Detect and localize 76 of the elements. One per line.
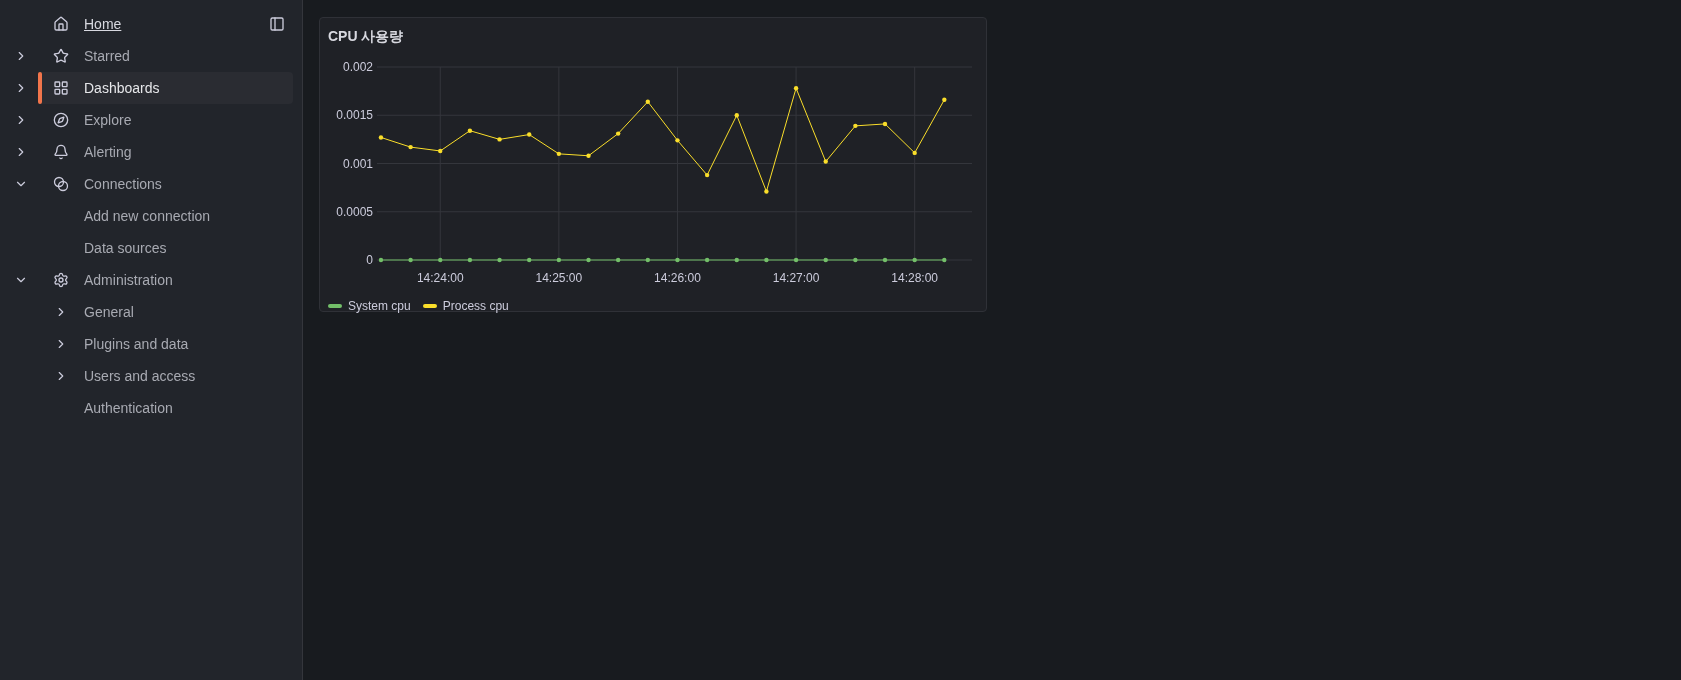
data-point <box>408 144 413 150</box>
compass-icon <box>53 112 69 128</box>
nav-link[interactable]: Explore <box>84 109 132 131</box>
data-point <box>408 257 413 263</box>
nav-link[interactable]: Add new connection <box>84 205 211 227</box>
home-icon <box>53 16 69 32</box>
data-point <box>586 153 591 158</box>
data-point <box>675 257 680 263</box>
y-axis-label: 0.0015 <box>336 108 373 123</box>
legend-label[interactable]: Process cpu <box>442 297 509 315</box>
data-point <box>764 257 769 263</box>
data-point <box>378 135 384 140</box>
nav-link[interactable]: Administration <box>84 269 173 291</box>
data-point <box>704 257 710 263</box>
data-point <box>438 257 443 263</box>
y-axis-label: 0.002 <box>342 60 373 74</box>
data-point <box>527 257 532 263</box>
data-point <box>527 132 532 137</box>
settings-icon <box>53 272 69 288</box>
data-point <box>438 148 443 154</box>
selected-nav-item[interactable]: Dashboards <box>38 72 293 104</box>
data-point <box>912 150 917 156</box>
data-point <box>675 138 680 143</box>
data-point <box>823 257 828 263</box>
grid-icon <box>53 80 69 96</box>
dock-menu-icon[interactable] <box>269 16 285 32</box>
data-point <box>615 257 621 263</box>
data-point <box>497 137 502 142</box>
data-point <box>793 86 799 91</box>
data-point <box>497 257 502 263</box>
nav-link[interactable]: Users and access <box>84 365 196 387</box>
nav-link[interactable]: General <box>84 301 134 323</box>
data-point <box>882 257 888 263</box>
data-point <box>882 121 888 127</box>
data-point <box>734 113 739 118</box>
data-point <box>556 257 562 263</box>
data-point <box>645 257 650 263</box>
data-point <box>942 97 947 102</box>
data-point <box>734 257 739 263</box>
nav-link[interactable]: Authentication <box>84 397 173 419</box>
nav-link[interactable]: Connections <box>84 173 162 195</box>
data-point <box>556 151 562 157</box>
data-point <box>823 159 828 164</box>
data-point <box>586 257 591 263</box>
y-axis-label: 0 <box>366 253 373 267</box>
nav-link[interactable]: Plugins and data <box>84 333 189 355</box>
star-icon <box>53 48 69 64</box>
data-point <box>615 131 621 136</box>
data-point <box>704 172 710 178</box>
data-point <box>793 257 799 263</box>
x-axis-label: 14:28:00 <box>891 271 939 285</box>
data-point <box>467 257 473 263</box>
active-indicator <box>38 72 42 104</box>
nav-link[interactable]: Alerting <box>84 141 132 163</box>
panel-title: CPU 사용량 <box>328 27 405 46</box>
data-point <box>853 123 858 129</box>
nav-link[interactable]: Home <box>84 13 122 35</box>
y-axis-label: 0.001 <box>342 156 373 171</box>
nav-link[interactable]: Starred <box>84 45 130 67</box>
data-point <box>853 257 858 263</box>
data-point <box>467 128 473 133</box>
x-axis-label: 14:24:00 <box>416 271 464 285</box>
linked-circles-icon <box>53 176 69 192</box>
bell-icon <box>53 144 69 160</box>
x-axis-label: 14:27:00 <box>772 271 820 285</box>
legend-label[interactable]: System cpu <box>348 297 411 315</box>
data-point <box>378 257 384 263</box>
data-point <box>764 189 769 194</box>
x-axis-label: 14:26:00 <box>654 271 701 285</box>
nav-link[interactable]: Data sources <box>84 237 167 259</box>
data-point <box>645 99 650 104</box>
x-axis-label: 14:25:00 <box>535 271 583 285</box>
nav-link[interactable]: Dashboards <box>84 77 160 99</box>
data-point <box>942 257 947 263</box>
y-axis-label: 0.0005 <box>336 204 373 219</box>
data-point <box>912 257 917 263</box>
